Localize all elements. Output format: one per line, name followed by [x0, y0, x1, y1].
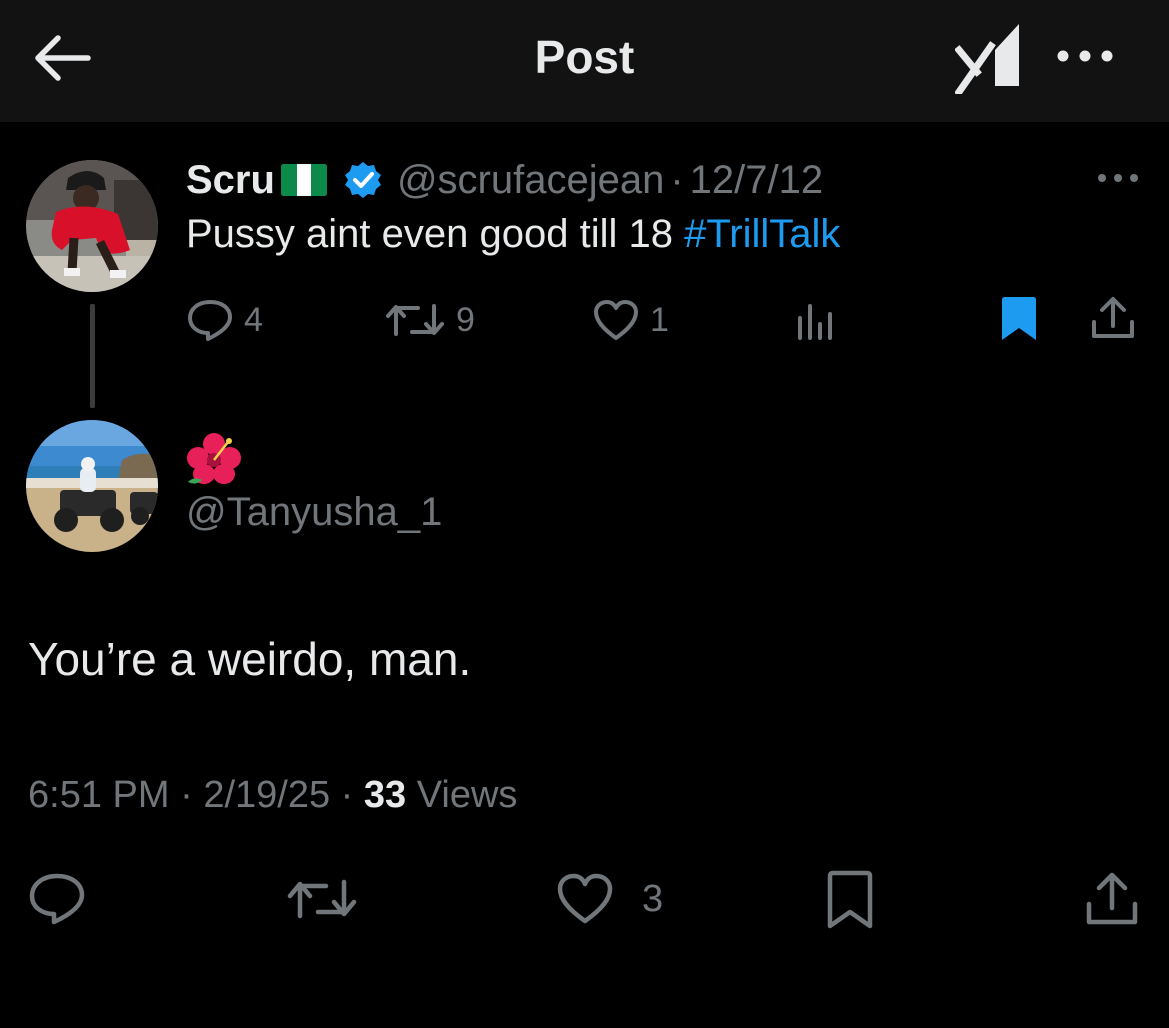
verified-badge-icon — [344, 162, 381, 198]
parent-views-button[interactable] — [796, 300, 838, 340]
repost-button[interactable] — [286, 874, 358, 924]
grok-button[interactable] — [954, 20, 1027, 97]
reply-icon — [188, 300, 232, 341]
reply-handle[interactable]: @Tanyusha_1 — [186, 490, 442, 535]
top-bar: Post — [0, 0, 1169, 122]
more-horizontal-icon — [1098, 174, 1138, 182]
avatar-image — [26, 160, 158, 292]
analytics-icon — [798, 304, 832, 340]
views-count[interactable]: 33 — [364, 774, 406, 816]
parent-post-avatar[interactable] — [26, 160, 158, 292]
bookmark-filled-icon — [1002, 297, 1036, 340]
separator-dot: · — [670, 157, 684, 202]
parent-repost-button[interactable]: 9 — [384, 298, 475, 342]
parent-post-date[interactable]: 12/7/12 — [690, 158, 823, 203]
post-body-text: Pussy aint even good till 18 — [186, 212, 673, 256]
like-count: 1 — [650, 300, 669, 339]
parent-share-button[interactable] — [1090, 296, 1136, 340]
bookmark-icon — [827, 870, 873, 929]
separator-dot: · — [180, 774, 193, 816]
reply-count: 4 — [244, 300, 263, 339]
post-more-options-button[interactable] — [1094, 166, 1142, 190]
separator-dot: · — [340, 774, 354, 816]
parent-bookmark-button[interactable] — [1000, 296, 1038, 342]
reply-post-text: You’re a weirdo, man. — [28, 633, 472, 685]
avatar-image — [26, 420, 158, 552]
heart-icon — [557, 873, 613, 924]
views-label: Views — [416, 774, 518, 816]
post-date[interactable]: 2/19/25 — [203, 774, 330, 816]
bookmark-button[interactable] — [826, 870, 874, 930]
post-time[interactable]: 6:51 PM — [28, 774, 170, 816]
post-meta: 6:51 PM · 2/19/25 · 33 Views — [28, 774, 517, 817]
more-options-button[interactable] — [1052, 36, 1118, 76]
repost-count: 9 — [456, 300, 475, 339]
reply-post-avatar[interactable] — [26, 420, 158, 552]
like-button[interactable]: 3 — [556, 872, 663, 926]
repost-icon — [287, 879, 357, 919]
share-icon — [1092, 297, 1134, 338]
nigeria-flag-icon — [280, 164, 327, 196]
parent-reply-button[interactable]: 4 — [186, 298, 263, 342]
heart-icon — [594, 300, 638, 340]
parent-like-button[interactable]: 1 — [592, 298, 669, 342]
parent-handle[interactable]: @scrufacejean — [397, 158, 664, 203]
like-count: 3 — [642, 877, 664, 920]
grok-icon — [954, 24, 1019, 97]
hibiscus-icon — [187, 433, 241, 484]
parent-post-header: Scru @scrufacejean · 12/7/12 — [186, 152, 823, 208]
hashtag-link[interactable]: #TrillTalk — [684, 212, 840, 256]
share-button[interactable] — [1084, 872, 1140, 926]
thread-connector-line — [90, 304, 95, 408]
parent-post-text: Pussy aint even good till 18 #TrillTalk — [186, 212, 840, 257]
repost-icon — [386, 304, 444, 336]
share-icon — [1086, 872, 1138, 925]
reply-button[interactable] — [28, 872, 86, 926]
parent-display-name[interactable]: Scru — [186, 158, 275, 203]
reply-icon — [29, 873, 85, 925]
more-horizontal-icon — [1057, 50, 1113, 62]
